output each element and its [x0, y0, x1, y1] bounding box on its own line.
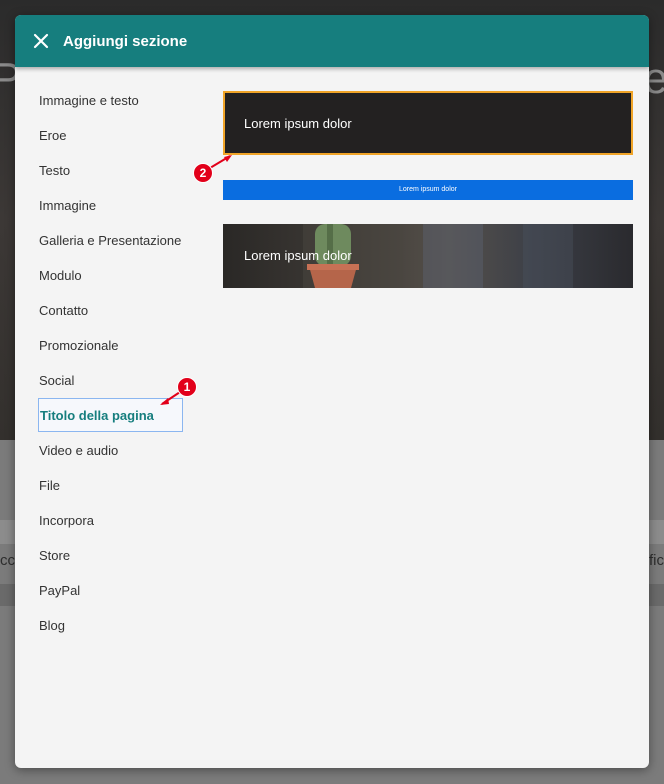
sidebar-item-incorpora[interactable]: Incorpora	[38, 503, 183, 537]
sidebar-item-label: Immagine	[39, 197, 97, 213]
annotation-marker-1: 1	[177, 377, 197, 397]
sidebar-item-file[interactable]: File	[38, 468, 183, 502]
dialog-header: Aggiungi sezione	[15, 15, 649, 67]
sidebar-item-galleria[interactable]: Galleria e Presentazione	[38, 223, 183, 257]
sidebar-item-label: Immagine e testo	[39, 92, 139, 108]
sidebar-item-label: PayPal	[39, 582, 81, 598]
preview-title-text: Lorem ipsum dolor	[244, 248, 352, 263]
dialog-title: Aggiungi sezione	[63, 32, 188, 50]
sidebar-item-label: Eroe	[39, 127, 67, 143]
background-text-left: cc	[0, 552, 15, 569]
add-section-dialog: Aggiungi sezione Immagine e testo Eroe T…	[15, 15, 649, 768]
sidebar-item-label: Video e audio	[39, 442, 119, 458]
sidebar-item-label: Titolo della pagina	[40, 407, 154, 423]
sidebar-item-store[interactable]: Store	[38, 538, 183, 572]
sidebar-item-label: Blog	[39, 617, 66, 633]
sidebar-item-titolo-della-pagina[interactable]: Titolo della pagina	[38, 398, 183, 432]
sidebar-item-label: Incorpora	[39, 512, 94, 528]
preview-title-text: Lorem ipsum dolor	[244, 116, 352, 131]
sidebar-item-label: Store	[39, 547, 71, 563]
section-preview-blue-banner[interactable]: Lorem ipsum dolor	[223, 180, 633, 200]
section-preview-image[interactable]: Lorem ipsum dolor	[223, 224, 633, 288]
sidebar-item-eroe[interactable]: Eroe	[38, 118, 183, 152]
sidebar-item-immagine-e-testo[interactable]: Immagine e testo	[38, 83, 183, 117]
sidebar-item-label: Modulo	[39, 267, 82, 283]
sidebar-item-modulo[interactable]: Modulo	[38, 258, 183, 292]
sidebar-item-label: File	[39, 477, 60, 493]
sidebar-item-label: Promozionale	[39, 337, 119, 353]
sidebar-item-video-e-audio[interactable]: Video e audio	[38, 433, 183, 467]
annotation-marker-2: 2	[193, 163, 213, 183]
sidebar-item-testo[interactable]: Testo	[38, 153, 183, 187]
sidebar-item-social[interactable]: Social	[38, 363, 183, 397]
sidebar-item-promozionale[interactable]: Promozionale	[38, 328, 183, 362]
sidebar-item-paypal[interactable]: PayPal	[38, 573, 183, 607]
sidebar-item-label: Galleria e Presentazione	[39, 232, 182, 248]
sidebar-item-contatto[interactable]: Contatto	[38, 293, 183, 327]
preview-title-text: Lorem ipsum dolor	[399, 186, 457, 193]
sidebar-item-label: Testo	[39, 162, 71, 178]
sidebar-item-immagine[interactable]: Immagine	[38, 188, 183, 222]
section-preview-dark[interactable]: Lorem ipsum dolor	[223, 91, 633, 155]
close-icon[interactable]	[15, 15, 67, 67]
sidebar-item-label: Contatto	[39, 302, 89, 318]
sidebar-item-label: Social	[39, 372, 75, 388]
sidebar-item-blog[interactable]: Blog	[38, 608, 183, 642]
